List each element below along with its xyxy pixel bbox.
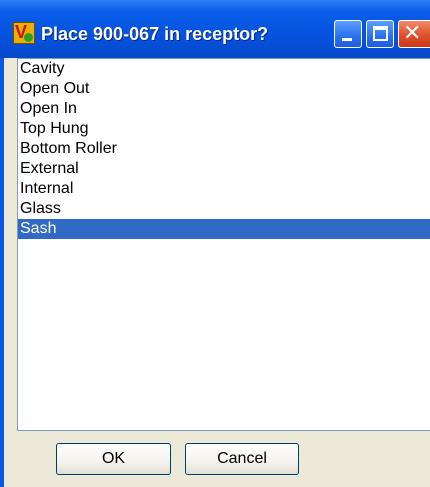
app-logo-dot [24,33,33,42]
ok-button[interactable]: OK [56,443,171,475]
close-icon: ✕ [403,21,422,46]
title-bar[interactable]: V Place 900-067 in receptor? ✕ [0,0,430,58]
list-item-open-in[interactable]: Open In [18,99,430,119]
list-item-sash[interactable]: Sash [18,219,430,239]
close-button[interactable]: ✕ [398,20,430,48]
list-item-internal[interactable]: Internal [18,179,430,199]
minimize-button[interactable] [334,20,362,48]
list-item-open-out[interactable]: Open Out [18,79,430,99]
maximize-icon [373,26,388,41]
dialog-window: V Place 900-067 in receptor? ✕ Cavity Op… [0,0,430,487]
list-item-bottom-roller[interactable]: Bottom Roller [18,139,430,159]
list-item-external[interactable]: External [18,159,430,179]
app-icon[interactable]: V [13,22,35,44]
list-item-glass[interactable]: Glass [18,199,430,219]
window-title: Place 900-067 in receptor? [41,24,269,44]
list-item-cavity[interactable]: Cavity [18,59,430,79]
minimize-icon [342,38,352,41]
receptor-listbox[interactable]: Cavity Open Out Open In Top Hung Bottom … [17,58,430,431]
dialog-body: Cavity Open Out Open In Top Hung Bottom … [4,58,430,487]
list-item-top-hung[interactable]: Top Hung [18,119,430,139]
cancel-button[interactable]: Cancel [185,443,299,475]
maximize-button[interactable] [366,20,394,48]
